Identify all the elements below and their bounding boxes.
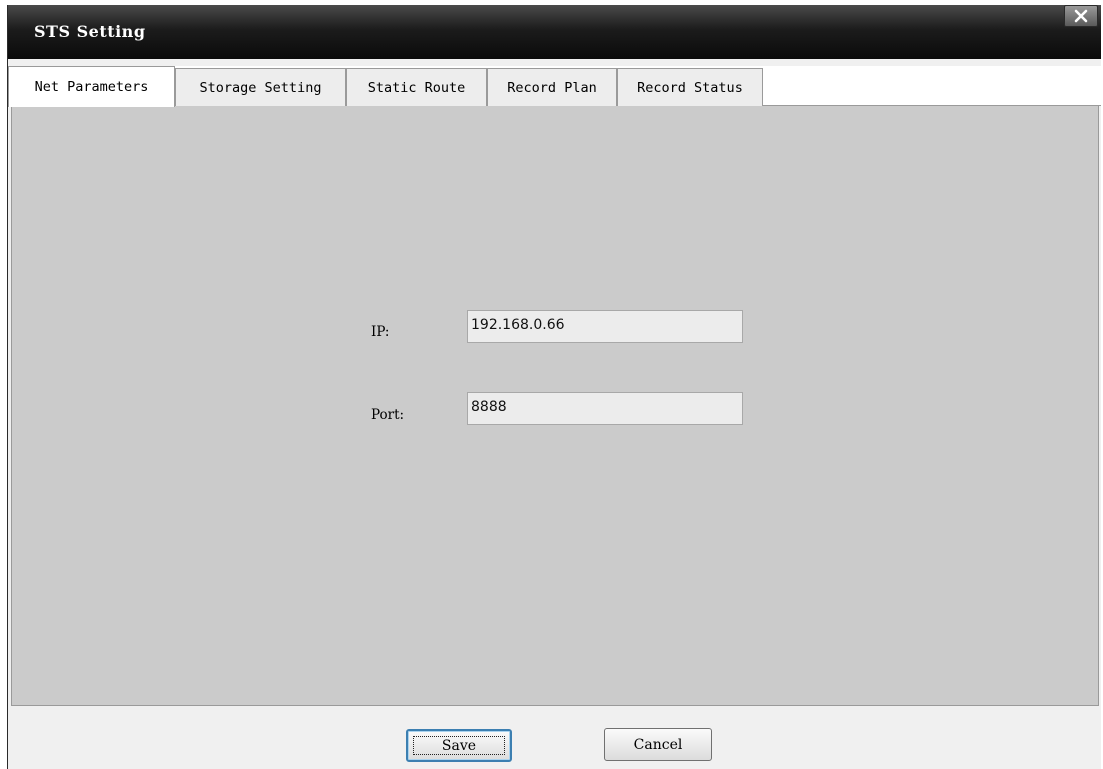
sts-setting-dialog: STS Setting Net Parameters Storage Setti… (7, 5, 1101, 769)
tab-static-route[interactable]: Static Route (346, 68, 487, 106)
tab-label: Storage Setting (199, 79, 322, 96)
close-icon (1074, 9, 1088, 23)
title-bar[interactable]: STS Setting (8, 5, 1101, 59)
tab-label: Static Route (367, 79, 466, 96)
tab-record-plan[interactable]: Record Plan (487, 68, 617, 106)
net-parameters-panel: IP: 192.168.0.66 Port: 8888 (11, 106, 1099, 706)
dialog-footer: Save Cancel (8, 706, 1101, 769)
tab-record-status[interactable]: Record Status (617, 68, 763, 106)
tab-storage-setting[interactable]: Storage Setting (175, 68, 346, 106)
port-input[interactable]: 8888 (467, 392, 743, 425)
tab-label: Record Status (637, 79, 743, 96)
ip-label: IP: (371, 324, 390, 340)
tab-strip: Net Parameters Storage Setting Static Ro… (8, 66, 1101, 107)
close-button[interactable] (1064, 5, 1098, 27)
save-button[interactable]: Save (406, 729, 512, 762)
cancel-button[interactable]: Cancel (604, 728, 712, 761)
window-title: STS Setting (34, 22, 146, 41)
tab-label: Record Plan (507, 79, 597, 96)
tab-net-parameters[interactable]: Net Parameters (8, 66, 175, 107)
ip-input[interactable]: 192.168.0.66 (467, 310, 743, 343)
port-label: Port: (371, 407, 405, 423)
cancel-button-label: Cancel (633, 736, 683, 753)
focus-rectangle (413, 736, 505, 755)
tab-label: Net Parameters (34, 79, 149, 95)
